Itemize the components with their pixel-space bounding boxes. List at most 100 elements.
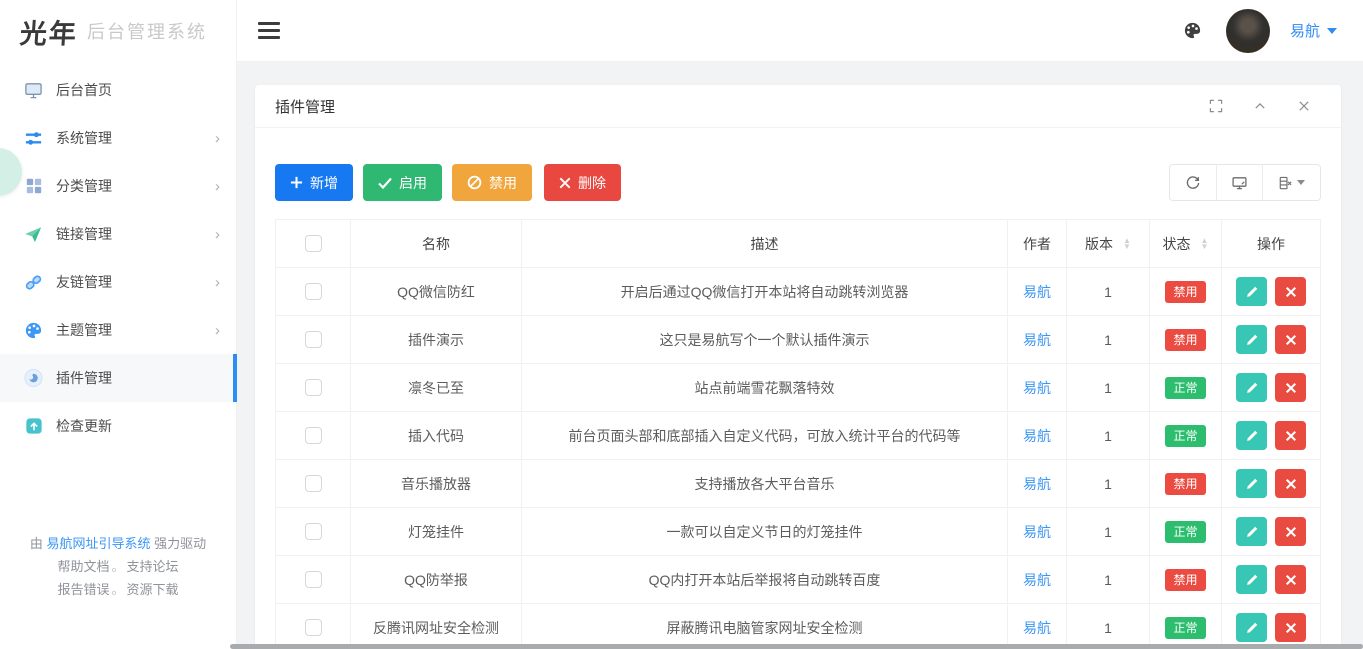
row-checkbox[interactable] [305,379,322,396]
enable-button[interactable]: 启用 [363,164,442,201]
user-avatar[interactable] [1226,9,1270,53]
edit-button[interactable] [1236,421,1267,450]
x-icon [1285,478,1297,490]
hamburger-menu-icon[interactable] [258,18,282,44]
table-header-row: 名称 描述 作者 版本 ▲▼ 状态 ▲▼ 操作 [276,220,1320,268]
author-link[interactable]: 易航 [1023,474,1051,494]
delete-row-button[interactable] [1275,565,1306,594]
row-checkbox[interactable] [305,523,322,540]
report-error-link[interactable]: 报告错误 [57,582,109,597]
disable-button[interactable]: 禁用 [452,164,532,201]
edit-button[interactable] [1236,613,1267,642]
plugin-description: 屏蔽腾讯电脑管家网址安全检测 [522,604,1008,649]
status-badge: 正常 [1165,425,1205,447]
row-checkbox[interactable] [305,331,322,348]
sidebar-item-links[interactable]: 链接管理 › [0,210,236,258]
x-icon [1285,382,1297,394]
powered-suffix: 强力驱动 [154,536,206,551]
row-checkbox-cell [276,604,351,649]
row-checkbox[interactable] [305,283,322,300]
theme-palette-icon[interactable] [1183,21,1202,40]
table-body: QQ微信防红开启后通过QQ微信打开本站将自动跳转浏览器易航1禁用插件演示这只是易… [276,268,1320,649]
powered-link[interactable]: 易航网址引导系统 [46,536,150,551]
author-link[interactable]: 易航 [1023,330,1051,350]
row-checkbox[interactable] [305,619,322,636]
powered-prefix: 由 [30,536,43,551]
x-icon [1285,574,1297,586]
row-checkbox-cell [276,460,351,507]
edit-button[interactable] [1236,517,1267,546]
delete-row-button[interactable] [1275,325,1306,354]
header-checkbox-cell [276,220,351,267]
plugin-name: 音乐播放器 [351,460,522,507]
header-status: 状态 ▲▼ [1150,220,1222,267]
author-link[interactable]: 易航 [1023,618,1051,638]
enable-button-label: 启用 [399,173,427,193]
delete-row-button[interactable] [1275,517,1306,546]
chevron-right-icon: › [215,275,220,290]
author-link[interactable]: 易航 [1023,282,1051,302]
author-link[interactable]: 易航 [1023,522,1051,542]
header-author: 作者 [1008,220,1067,267]
plugin-name: QQ微信防红 [351,268,522,315]
row-checkbox[interactable] [305,427,322,444]
add-button[interactable]: 新增 [275,164,353,201]
fullscreen-icon [1209,99,1223,113]
user-dropdown[interactable]: 易航 [1290,20,1337,41]
sidebar-item-home[interactable]: 后台首页 [0,66,236,114]
pencil-icon [1245,573,1259,587]
edit-button[interactable] [1236,373,1267,402]
fullscreen-button[interactable] [1207,97,1225,115]
chevron-right-icon: › [215,179,220,194]
delete-row-button[interactable] [1275,373,1306,402]
status-badge: 禁用 [1165,329,1205,351]
check-icon [378,177,392,189]
collapse-button[interactable] [1251,97,1269,115]
delete-row-button[interactable] [1275,469,1306,498]
pencil-icon [1245,381,1259,395]
sort-icon[interactable]: ▲▼ [1201,238,1209,250]
footer-links-line-1: 帮助文档。支持论坛 [0,555,236,578]
support-forum-link[interactable]: 支持论坛 [127,559,179,574]
delete-button[interactable]: 删除 [544,164,621,201]
refresh-button[interactable] [1170,165,1216,200]
delete-row-button[interactable] [1275,277,1306,306]
row-checkbox[interactable] [305,571,322,588]
status-badge: 正常 [1165,377,1205,399]
author-cell: 易航 [1008,508,1067,555]
close-button[interactable] [1295,97,1313,115]
plugin-version: 1 [1067,460,1150,507]
sidebar-item-label: 主题管理 [56,320,112,340]
add-button-label: 新增 [310,173,338,193]
column-filter-button[interactable] [1262,165,1320,200]
sidebar-item-friend-links[interactable]: 友链管理 › [0,258,236,306]
table-tool-group [1169,164,1321,201]
edit-button[interactable] [1236,325,1267,354]
edit-button[interactable] [1236,469,1267,498]
table-row: QQ微信防红开启后通过QQ微信打开本站将自动跳转浏览器易航1禁用 [276,268,1320,316]
delete-row-button[interactable] [1275,613,1306,642]
row-checkbox[interactable] [305,475,322,492]
sort-icon[interactable]: ▲▼ [1123,238,1131,250]
sidebar-item-themes[interactable]: 主题管理 › [0,306,236,354]
delete-row-button[interactable] [1275,421,1306,450]
logo: 光年 后台管理系统 [0,0,236,62]
edit-button[interactable] [1236,565,1267,594]
horizontal-scrollbar[interactable] [230,644,1363,649]
table-row: 反腾讯网址安全检测屏蔽腾讯电脑管家网址安全检测易航1正常 [276,604,1320,649]
help-doc-link[interactable]: 帮助文档 [57,559,109,574]
plugin-name: 插件演示 [351,316,522,363]
author-link[interactable]: 易航 [1023,570,1051,590]
sidebar-item-check-update[interactable]: 检查更新 [0,402,236,450]
x-icon [1285,334,1297,346]
select-all-checkbox[interactable] [305,235,322,252]
author-link[interactable]: 易航 [1023,426,1051,446]
edit-button[interactable] [1236,277,1267,306]
sidebar-item-category[interactable]: 分类管理 › [0,162,236,210]
sidebar-item-system[interactable]: 系统管理 › [0,114,236,162]
sidebar-item-plugins[interactable]: 插件管理 [0,354,236,402]
resource-download-link[interactable]: 资源下载 [127,582,179,597]
print-view-button[interactable] [1216,165,1262,200]
dropdown-caret-icon [1327,28,1337,34]
author-link[interactable]: 易航 [1023,378,1051,398]
